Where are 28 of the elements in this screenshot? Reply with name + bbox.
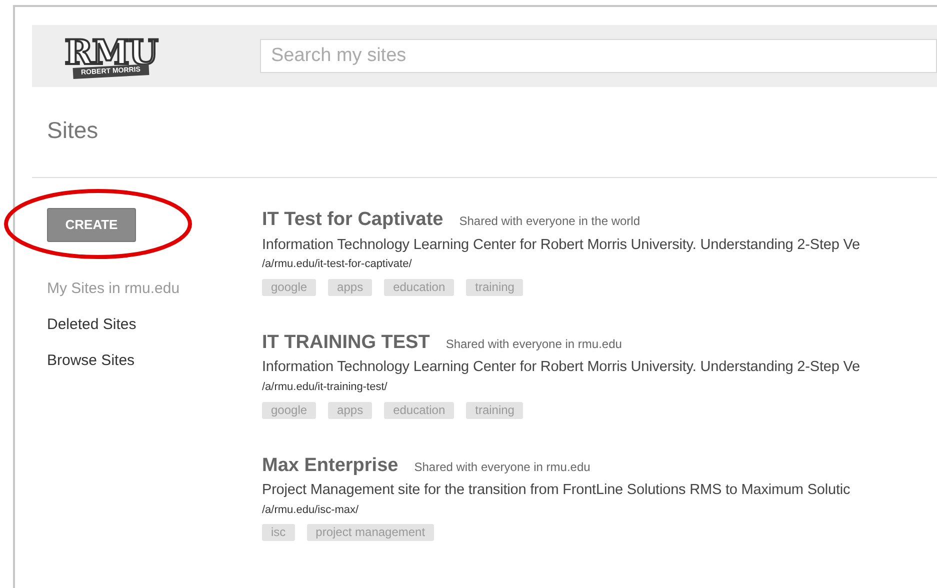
site-url: /a/rmu.edu/it-training-test/ [262, 380, 388, 395]
site-description: Information Technology Learning Center for Robert Morris University. Understanding 2-Step Ve [262, 358, 860, 378]
site-url: /a/rmu.edu/it-test-for-captivate/ [262, 257, 412, 272]
sidebar-link[interactable]: My Sites in rmu.edu [47, 278, 180, 299]
tag-chip[interactable]: training [466, 278, 524, 296]
sharing-label: Shared with everyone in rmu.edu [446, 336, 622, 353]
site-title-link[interactable]: IT Test for Captivate [262, 206, 444, 234]
tag-chip[interactable]: isc [262, 524, 295, 542]
tag-chip[interactable]: google [262, 278, 316, 296]
tag-chip[interactable]: apps [328, 278, 372, 296]
sharing-label: Shared with everyone in rmu.edu [414, 458, 590, 476]
sharing-label: Shared with everyone in the world [459, 213, 640, 230]
tag-chip[interactable]: education [384, 402, 454, 418]
tag-chip[interactable]: project management [306, 524, 434, 542]
tag-chip[interactable]: apps [328, 402, 372, 418]
site-description: Project Management site for the transition from FrontLine Solutions RMS to Maximum Solutic [262, 481, 850, 500]
tag-chip[interactable]: google [262, 402, 316, 418]
tag-chip[interactable]: training [466, 402, 524, 418]
tag-chip[interactable]: education [384, 278, 454, 296]
site-url: /a/rmu.edu/isc-max/ [262, 502, 359, 518]
site-title-link[interactable]: IT TRAINING TEST [262, 328, 430, 358]
page-title: Sites [47, 119, 98, 142]
sidebar-link[interactable]: Browse Sites [47, 350, 135, 371]
search-field[interactable]: Search my sites [260, 39, 937, 73]
create-button[interactable]: CREATE [47, 208, 136, 242]
site-description: Information Technology Learning Center for Robert Morris University. Understanding 2-Step Ve [262, 236, 860, 254]
site-title-link[interactable]: Max Enterprise [262, 452, 398, 480]
sidebar-link[interactable]: Deleted Sites [47, 314, 136, 335]
